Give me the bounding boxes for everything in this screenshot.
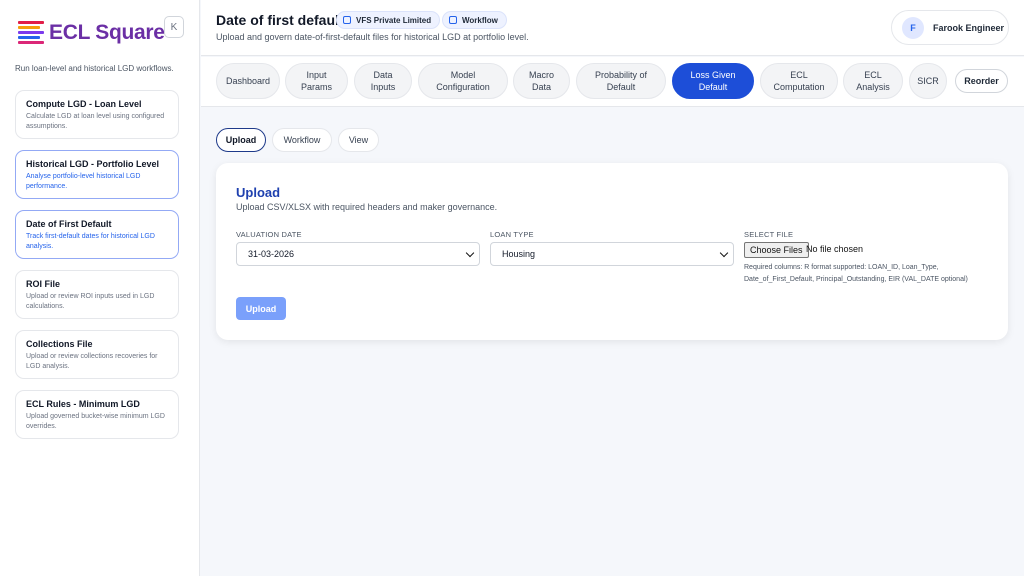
company-chip-label: VFS Private Limited <box>356 15 432 25</box>
sidebar-item-subtitle: Upload governed bucket-wise minimum LGD … <box>26 413 165 430</box>
workflow-chip[interactable]: Workflow <box>442 11 507 29</box>
tab-label: Macro Data <box>528 70 554 92</box>
sidebar-item-title: Date of First Default <box>26 219 112 229</box>
page-title: Date of first default <box>216 12 344 28</box>
valuation-date-label: VALUATION DATE <box>236 230 302 239</box>
tab-data-inputs[interactable]: Data Inputs <box>354 63 412 99</box>
required-columns-hint: Required columns: R format supported: LO… <box>744 264 968 283</box>
card-subtitle: Upload CSV/XLSX with required headers an… <box>236 202 498 212</box>
upload-card: Upload Upload CSV/XLSX with required hea… <box>216 163 1008 340</box>
sidebar-item-collections-file[interactable]: Collections File Upload or review collec… <box>15 330 179 379</box>
collapse-sidebar-button[interactable]: K <box>164 16 184 38</box>
tab-label: SICR <box>917 76 939 86</box>
reorder-button[interactable]: Reorder <box>955 69 1008 93</box>
tab-macro-data[interactable]: Macro Data <box>513 63 570 99</box>
brand-name: ECL Square <box>49 21 165 44</box>
page-header: Date of first default VFS Private Limite… <box>201 0 1024 56</box>
valuation-date-value: 31-03-2026 <box>248 249 295 259</box>
user-name: Farook Engineer <box>933 22 1005 33</box>
valuation-date-select[interactable]: 31-03-2026 <box>236 242 480 266</box>
loan-type-label: LOAN TYPE <box>490 230 534 239</box>
tab-dashboard[interactable]: Dashboard <box>216 63 280 99</box>
workflow-chip-label: Workflow <box>462 15 498 25</box>
sidebar-item-subtitle: Upload or review collections recoveries … <box>26 353 158 370</box>
tab-ecl-analysis[interactable]: ECL Analysis <box>843 63 903 99</box>
sidebar-item-ecl-rules[interactable]: ECL Rules - Minimum LGD Upload governed … <box>15 390 179 439</box>
sidebar-item-subtitle: Calculate LGD at loan level using config… <box>26 113 165 130</box>
upload-button[interactable]: Upload <box>236 297 286 320</box>
tab-label: ECL Analysis <box>856 70 890 92</box>
loan-type-select[interactable]: Housing <box>490 242 734 266</box>
tab-model-configuration[interactable]: Model Configuration <box>418 63 508 99</box>
user-menu[interactable]: F Farook Engineer <box>891 10 1009 45</box>
workflow-icon <box>449 16 457 24</box>
page-subtitle: Upload and govern date-of-first-default … <box>216 32 529 42</box>
avatar: F <box>902 16 924 39</box>
sidebar-item-date-of-first-default[interactable]: Date of First Default Track first-defaul… <box>15 210 179 259</box>
file-status: No file chosen <box>806 244 864 254</box>
tab-probability-of-default[interactable]: Probability of Default <box>576 63 666 99</box>
tab-loss-given-default[interactable]: Loss Given Default <box>672 63 754 99</box>
tab-input-params[interactable]: Input Params <box>285 63 348 99</box>
sidebar-item-title: Collections File <box>26 339 93 349</box>
card-title: Upload <box>236 185 281 200</box>
sidebar-item-compute-lgd[interactable]: Compute LGD - Loan Level Calculate LGD a… <box>15 90 179 139</box>
tab-label: Input Params <box>300 70 332 92</box>
tab-label: Data Inputs <box>370 70 396 92</box>
sidebar: ECL Square K Run loan-level and historic… <box>0 0 200 576</box>
chevron-down-icon <box>465 248 475 258</box>
sidebar-item-subtitle: Upload or review ROI inputs used in LGD … <box>26 293 155 310</box>
sidebar-item-subtitle: Track first-default dates for historical… <box>26 233 155 250</box>
sidebar-item-title: Compute LGD - Loan Level <box>26 99 142 109</box>
subtab-view[interactable]: View <box>338 128 379 152</box>
sidebar-caption: Run loan-level and historical LGD workfl… <box>15 64 174 73</box>
tab-label: Loss Given Default <box>690 70 736 92</box>
logo-bars-icon <box>18 20 44 46</box>
tab-label: Model Configuration <box>436 70 490 92</box>
brand-logo[interactable]: ECL Square <box>18 20 165 46</box>
tab-label: Dashboard <box>225 76 271 86</box>
sidebar-item-subtitle: Analyse portfolio-level historical LGD p… <box>26 173 141 190</box>
building-icon <box>343 16 351 24</box>
sidebar-item-title: ECL Rules - Minimum LGD <box>26 399 140 409</box>
tab-label: Probability of Default <box>594 70 648 92</box>
subtab-upload[interactable]: Upload <box>216 128 266 152</box>
sidebar-item-title: ROI File <box>26 279 61 289</box>
module-tabs: Dashboard Input Params Data Inputs Model Co… <box>201 57 1024 107</box>
subtab-workflow[interactable]: Workflow <box>272 128 332 152</box>
select-file-label: SELECT FILE <box>744 230 794 239</box>
loan-type-value: Housing <box>502 249 536 259</box>
sidebar-item-roi-file[interactable]: ROI File Upload or review ROI inputs use… <box>15 270 179 319</box>
company-chip[interactable]: VFS Private Limited <box>336 11 441 29</box>
tab-ecl-computation[interactable]: ECL Computation <box>760 63 838 99</box>
choose-files-button[interactable]: Choose Files <box>744 242 809 258</box>
tab-label: ECL Computation <box>773 70 825 92</box>
sidebar-item-historical-lgd[interactable]: Historical LGD - Portfolio Level Analyse… <box>15 150 179 199</box>
sidebar-item-title: Historical LGD - Portfolio Level <box>26 159 160 169</box>
tab-sicr[interactable]: SICR <box>909 63 947 99</box>
chevron-down-icon <box>719 248 729 258</box>
